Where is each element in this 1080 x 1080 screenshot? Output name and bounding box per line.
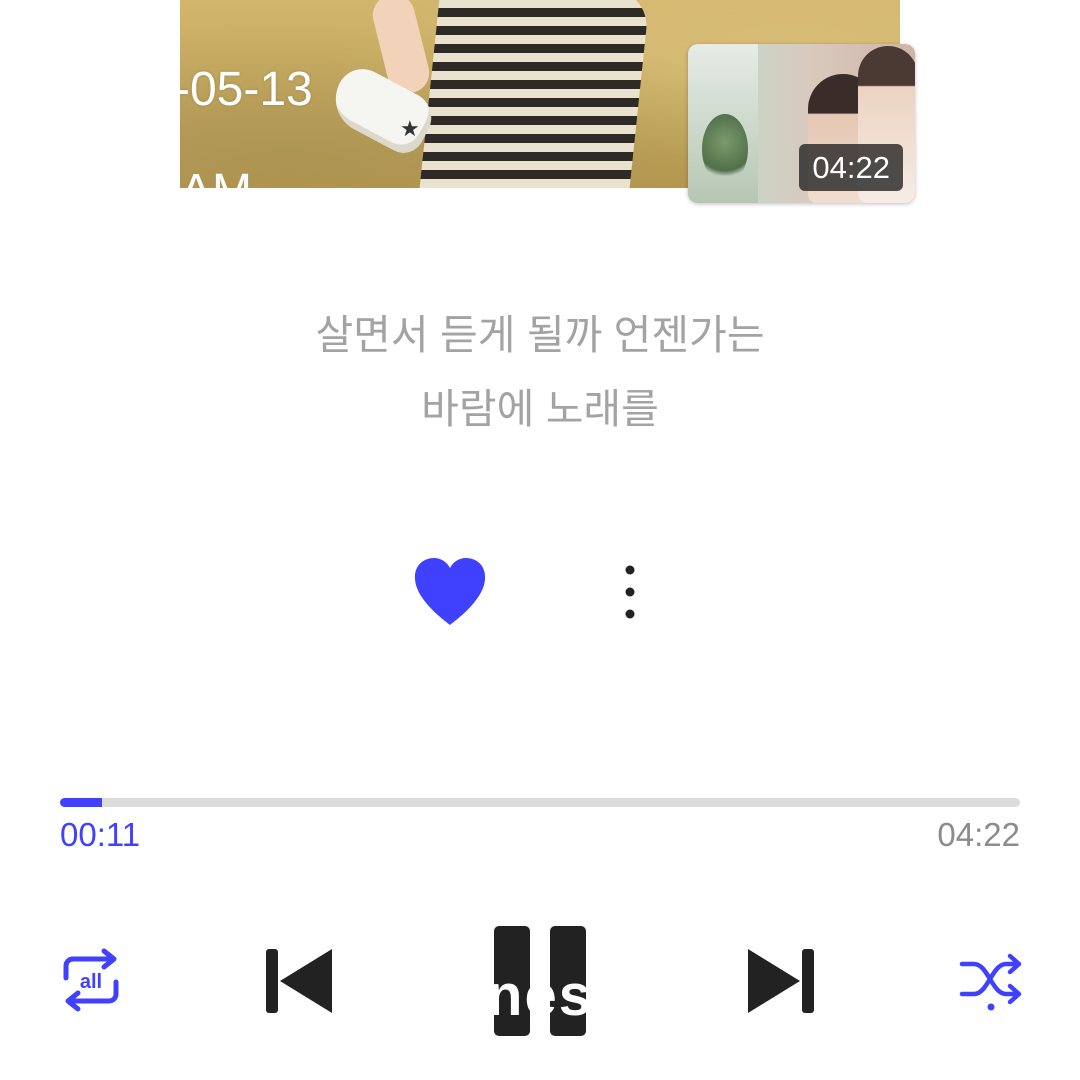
total-time: 04:22 [937,816,1020,853]
progress-slider[interactable] [60,798,1020,807]
repeat-all-icon: all [63,948,119,1012]
more-vertical-icon [625,565,635,619]
album-time-overlay: AM [180,164,252,188]
progress-fill [60,798,103,807]
skip-next-icon [748,949,814,1013]
overlay-caption: nes [487,966,593,1026]
lyrics-view[interactable]: 살면서 듣게 될까 언젠가는 바람에 노래를 [0,298,1080,446]
shuffle-icon [959,953,1022,1011]
album-date-overlay: -05-13 [180,63,313,116]
now-playing-screen: ★ -05-13 AM 04:22 살면서 듣게 될까 언젠가는 바람에 노래를… [0,0,1080,1080]
next-track-button[interactable] [742,946,818,1016]
album-art-striped-dress [419,0,651,188]
skip-previous-icon [266,949,332,1013]
like-button[interactable] [410,555,490,631]
repeat-mode-label: all [80,971,102,993]
heart-filled-icon [414,558,486,625]
mv-thumb-plant [702,114,748,184]
lyrics-line: 바람에 노래를 [421,386,659,432]
elapsed-time: 00:11 [60,816,141,853]
more-options-button[interactable] [610,560,650,624]
video-duration-badge: 04:22 [799,144,903,191]
previous-track-button[interactable] [262,946,338,1016]
star-icon: ★ [400,116,420,141]
shuffle-button[interactable] [958,952,1024,1012]
lyrics-line: 살면서 듣게 될까 언젠가는 [315,312,765,358]
music-video-thumbnail[interactable]: 04:22 [688,44,915,203]
repeat-button[interactable]: all [56,948,126,1012]
